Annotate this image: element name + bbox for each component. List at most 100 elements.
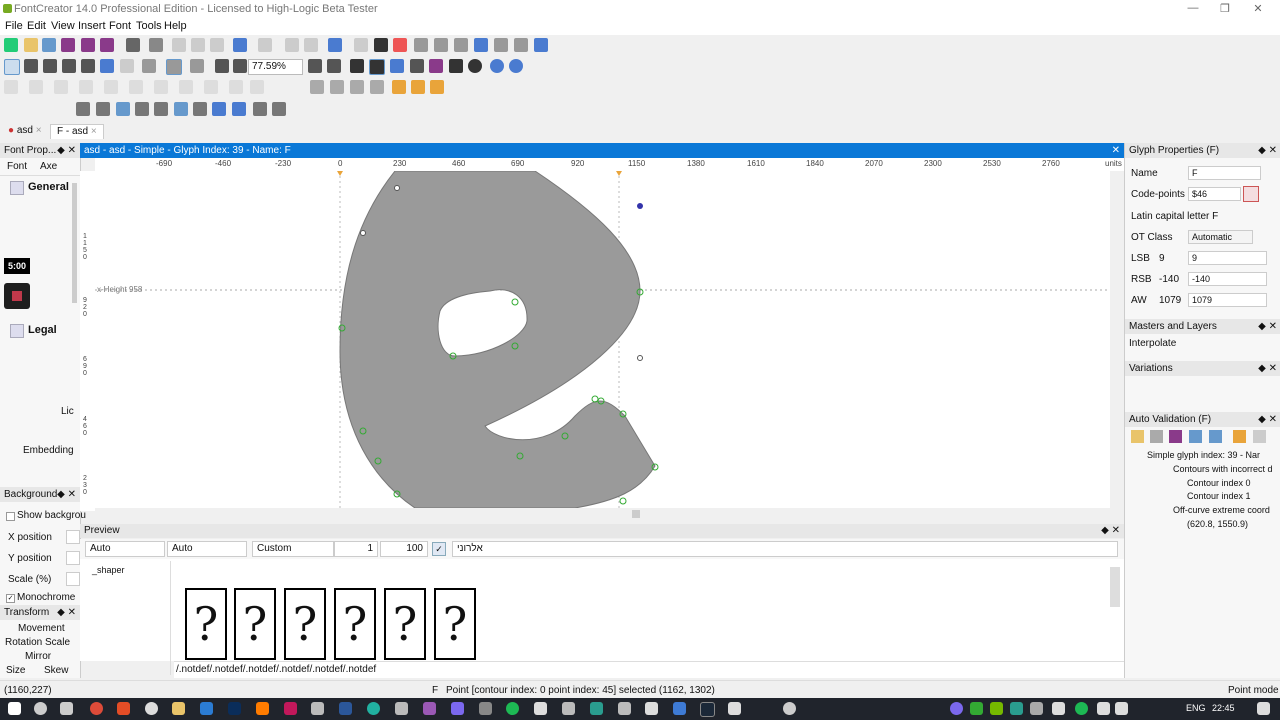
fit-icon[interactable] — [308, 59, 322, 73]
grid-7-icon[interactable] — [193, 102, 207, 116]
compare-icon[interactable] — [514, 38, 528, 52]
ellipse-icon[interactable] — [468, 59, 482, 73]
app-icon[interactable] — [311, 702, 324, 715]
rotation-label[interactable]: Rotation — [5, 637, 42, 648]
paste-icon[interactable] — [210, 38, 224, 52]
size-label[interactable]: Size — [6, 665, 25, 676]
overview-icon[interactable] — [454, 38, 468, 52]
preview-text-input[interactable]: אלרוני — [452, 541, 1118, 557]
line-spin[interactable]: 1 — [334, 541, 378, 557]
close-icon[interactable]: × — [91, 126, 97, 137]
tray-icon[interactable] — [1052, 702, 1065, 715]
y-position-input[interactable] — [66, 551, 80, 565]
delete-icon[interactable] — [285, 38, 299, 52]
chrome-icon[interactable] — [90, 702, 103, 715]
search-icon[interactable] — [34, 702, 47, 715]
anchor-icon[interactable] — [212, 102, 226, 116]
network-icon[interactable] — [1097, 702, 1110, 715]
tree-item[interactable]: Simple glyph index: 39 - Nar — [1147, 450, 1260, 460]
align-left-icon[interactable] — [29, 80, 43, 94]
chevron-down-icon[interactable] — [10, 181, 24, 195]
component-icon[interactable] — [272, 102, 286, 116]
aw-input[interactable]: 1079 — [1188, 293, 1267, 307]
grid-6-icon[interactable] — [174, 102, 188, 116]
eraser-icon[interactable] — [393, 38, 407, 52]
illustrator-icon[interactable] — [256, 702, 269, 715]
mirror-label[interactable]: Mirror — [25, 651, 51, 662]
vscode-icon[interactable] — [200, 702, 213, 715]
tree-item[interactable]: Off-curve extreme coord — [1173, 505, 1270, 515]
tree-item[interactable]: Contours with incorrect d — [1173, 464, 1273, 474]
check-icon[interactable]: ✓ — [432, 542, 446, 556]
triangle-right-icon[interactable] — [350, 80, 364, 94]
save-as-icon[interactable] — [81, 38, 95, 52]
save-icon[interactable] — [61, 38, 75, 52]
preview-scrollbar[interactable] — [1110, 567, 1120, 607]
unicode-icon[interactable] — [1243, 186, 1259, 202]
lasso-icon[interactable] — [24, 59, 38, 73]
app-icon[interactable] — [367, 702, 380, 715]
app-icon[interactable] — [423, 702, 436, 715]
save-icon[interactable] — [1169, 430, 1182, 443]
app-icon[interactable] — [783, 702, 796, 715]
app-icon[interactable] — [479, 702, 492, 715]
spotify-tray-icon[interactable] — [1075, 702, 1088, 715]
interpolate-label[interactable]: Interpolate — [1129, 338, 1176, 349]
language-indicator[interactable]: ENG — [1186, 703, 1206, 713]
chevron-down-icon[interactable] — [10, 324, 24, 338]
knife-icon[interactable] — [410, 59, 424, 73]
language-select[interactable]: Auto — [167, 541, 247, 557]
copy-icon[interactable] — [191, 38, 205, 52]
scrollbar[interactable] — [72, 183, 77, 303]
app-icon[interactable] — [618, 702, 631, 715]
clear-icon[interactable] — [1253, 430, 1266, 443]
menu-file[interactable]: File — [5, 20, 23, 32]
refresh-icon[interactable] — [1150, 430, 1163, 443]
intersect-icon[interactable] — [430, 80, 444, 94]
x-position-input[interactable] — [66, 530, 80, 544]
clock[interactable]: 22:45 — [1212, 703, 1235, 713]
validate-icon[interactable] — [474, 38, 488, 52]
windows-start-icon[interactable] — [8, 702, 21, 715]
distribute-icon[interactable] — [54, 80, 68, 94]
record-button[interactable] — [4, 283, 30, 309]
shaper-label[interactable]: _shaper — [92, 565, 125, 575]
menu-edit[interactable]: Edit — [27, 20, 46, 32]
selected-point[interactable] — [637, 203, 643, 209]
union-icon[interactable] — [392, 80, 406, 94]
redo-icon[interactable] — [258, 38, 272, 52]
panel-controls[interactable]: ◆ ✕ — [57, 143, 76, 158]
app-icon[interactable] — [645, 702, 658, 715]
fix-all-icon[interactable] — [1209, 430, 1222, 443]
align-bottom-icon[interactable] — [179, 80, 193, 94]
rectangle-icon[interactable] — [449, 59, 463, 73]
scale-transform-label[interactable]: Scale — [45, 637, 70, 648]
show-background-checkbox[interactable] — [6, 512, 15, 521]
tray-icon[interactable] — [950, 702, 963, 715]
triangle-left-icon[interactable] — [310, 80, 324, 94]
scale-input[interactable] — [66, 572, 80, 586]
close-window-button[interactable]: ✕ — [1248, 2, 1268, 16]
minimize-button[interactable]: — — [1183, 2, 1203, 16]
space-icon[interactable] — [204, 80, 218, 94]
forward-icon[interactable] — [509, 59, 523, 73]
app-icon[interactable] — [395, 702, 408, 715]
fontcreator-icon[interactable] — [673, 702, 686, 715]
glyph-string-field[interactable]: /.notdef/.notdef/.notdef/.notdef/.notdef… — [174, 661, 1124, 678]
panel-controls[interactable]: ◆ ✕ — [1258, 412, 1277, 427]
glyph-view-icon[interactable] — [414, 38, 428, 52]
grid-3-icon[interactable] — [116, 102, 130, 116]
steam-icon[interactable] — [700, 702, 715, 717]
text-tool-icon[interactable] — [62, 59, 76, 73]
image-tool-icon[interactable] — [390, 59, 404, 73]
tree-item[interactable]: (620.8, 1550.9) — [1187, 519, 1248, 529]
menu-help[interactable]: Help — [164, 20, 187, 32]
align-right-icon[interactable] — [104, 80, 118, 94]
open-icon[interactable] — [24, 38, 38, 52]
point-tool-icon[interactable] — [369, 59, 385, 75]
back-icon[interactable] — [490, 59, 504, 73]
script-select[interactable]: Auto — [85, 541, 165, 557]
photoshop-icon[interactable] — [228, 702, 241, 715]
otclass-select[interactable]: Automatic — [1188, 230, 1253, 244]
codepoints-input[interactable]: $46 — [1188, 187, 1241, 201]
